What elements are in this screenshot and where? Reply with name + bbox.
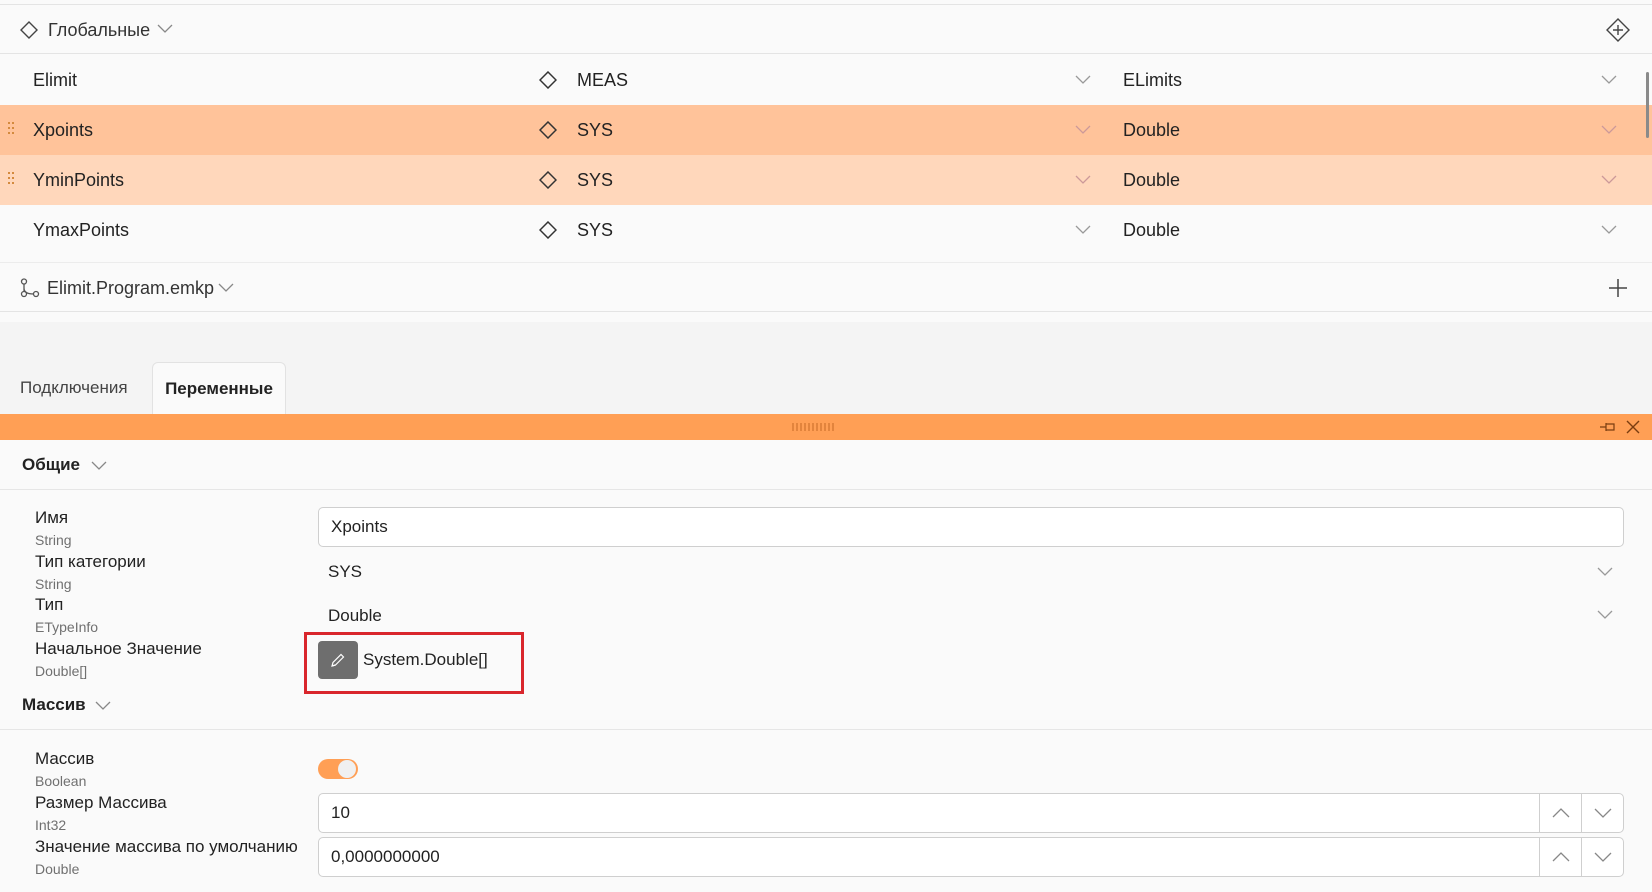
variable-category[interactable]: SYS [577, 155, 613, 205]
program-group-header[interactable]: Elimit.Program.emkp [0, 262, 1652, 312]
prop-label-category-type: Тип категории [35, 552, 146, 571]
variable-type[interactable]: Double [1123, 105, 1180, 155]
prop-type-is-array: Boolean [35, 773, 87, 789]
prop-label-is-array: Массив [35, 749, 95, 768]
drag-handle-icon[interactable] [8, 122, 16, 138]
toggle-knob [338, 760, 356, 778]
chevron-down-icon[interactable] [95, 701, 111, 711]
prop-label-name: Имя [35, 508, 69, 527]
chevron-up-icon [1552, 808, 1570, 818]
increment-button[interactable] [1539, 794, 1580, 832]
bottom-tab-strip: Подключения Переменные [0, 322, 1652, 414]
variable-name: YmaxPoints [33, 220, 130, 240]
variable-name: Elimit [33, 70, 77, 90]
pin-icon[interactable] [1599, 421, 1617, 433]
prop-type-type: ETypeInfo [35, 619, 99, 635]
variable-category[interactable]: SYS [577, 105, 613, 155]
diamond-icon [539, 221, 557, 239]
decrement-button[interactable] [1581, 838, 1622, 876]
default-array-value-input[interactable]: 0,0000000000 [318, 837, 1624, 877]
prop-type-default-array-value: Double [35, 861, 80, 877]
globals-group-title: Глобальные [48, 20, 151, 40]
chevron-down-icon[interactable] [1601, 225, 1617, 235]
edit-value-button[interactable] [318, 641, 358, 679]
drag-handle-icon[interactable] [8, 172, 16, 188]
grip-handle-icon[interactable] [792, 423, 834, 431]
chevron-down-icon[interactable] [1597, 610, 1613, 620]
variable-category[interactable]: MEAS [577, 55, 628, 105]
prop-label-type: Тип [35, 595, 64, 614]
branch-icon [19, 278, 41, 298]
tab-connections[interactable]: Подключения [20, 362, 128, 414]
chevron-down-icon[interactable] [1601, 125, 1617, 135]
array-toggle[interactable] [318, 759, 358, 779]
section-general-header[interactable]: Общие [0, 440, 1652, 490]
chevron-down-icon[interactable] [157, 24, 173, 34]
array-size-input[interactable]: 10 [318, 793, 1624, 833]
default-array-value: 0,0000000000 [331, 847, 440, 866]
tab-variables[interactable]: Переменные [152, 362, 286, 414]
program-group-title: Elimit.Program.emkp [47, 278, 215, 298]
variable-type[interactable]: ELimits [1123, 55, 1182, 105]
plus-icon[interactable] [1608, 278, 1628, 298]
section-array-header[interactable]: Массив [0, 680, 1652, 730]
chevron-down-icon[interactable] [218, 283, 234, 293]
chevron-down-icon[interactable] [1601, 75, 1617, 85]
chevron-down-icon[interactable] [1597, 567, 1613, 577]
variable-row[interactable]: YmaxPoints SYS Double [0, 205, 1652, 255]
diamond-icon [539, 171, 557, 189]
increment-button[interactable] [1539, 838, 1580, 876]
prop-label-initial-value: Начальное Значение [35, 639, 202, 658]
category-type-select[interactable]: SYS [328, 562, 362, 582]
variable-row[interactable]: Xpoints SYS Double [0, 105, 1652, 155]
globals-group-header[interactable]: Глобальные [0, 4, 1652, 54]
add-global-icon[interactable] [1606, 18, 1630, 42]
chevron-down-icon[interactable] [1075, 225, 1091, 235]
variable-name: Xpoints [33, 120, 94, 140]
chevron-down-icon[interactable] [1075, 125, 1091, 135]
prop-type-name: String [35, 532, 72, 548]
name-input[interactable]: Xpoints [318, 507, 1624, 547]
property-grid: Общие Имя String Xpoints Тип категории S… [0, 440, 1652, 892]
prop-type-array-size: Int32 [35, 817, 67, 833]
diamond-icon [539, 71, 557, 89]
variable-type[interactable]: Double [1123, 155, 1180, 205]
diamond-icon [20, 21, 38, 39]
chevron-down-icon [1594, 852, 1612, 862]
panel-splitter[interactable] [0, 414, 1652, 440]
decrement-button[interactable] [1581, 794, 1622, 832]
chevron-down-icon[interactable] [1075, 75, 1091, 85]
array-size-value: 10 [331, 803, 350, 822]
variables-panel: Глобальные Elimit MEAS ELimits Xpoints S… [0, 0, 1652, 322]
scrollbar-thumb[interactable] [1646, 72, 1649, 138]
section-title: Общие [22, 455, 80, 474]
prop-type-initial-value: Double[] [35, 663, 88, 679]
type-select[interactable]: Double [328, 606, 382, 626]
initial-value-text: System.Double[] [363, 650, 488, 669]
chevron-down-icon[interactable] [1601, 175, 1617, 185]
variable-type[interactable]: Double [1123, 205, 1180, 255]
chevron-down-icon[interactable] [91, 461, 107, 471]
variable-name: YminPoints [33, 170, 125, 190]
prop-label-array-size: Размер Массива [35, 793, 167, 812]
prop-label-default-array-value: Значение массива по умолчанию [35, 837, 298, 856]
variable-row[interactable]: Elimit MEAS ELimits [0, 55, 1652, 105]
section-title: Массив [22, 695, 86, 714]
chevron-down-icon[interactable] [1075, 175, 1091, 185]
close-icon[interactable] [1625, 419, 1641, 435]
pencil-icon [330, 652, 346, 668]
diamond-icon [539, 121, 557, 139]
chevron-up-icon [1552, 852, 1570, 862]
variable-category[interactable]: SYS [577, 205, 613, 255]
variable-row[interactable]: YminPoints SYS Double [0, 155, 1652, 205]
chevron-down-icon [1594, 808, 1612, 818]
prop-type-category-type: String [35, 576, 72, 592]
tab-strip-spacer [0, 322, 1652, 362]
